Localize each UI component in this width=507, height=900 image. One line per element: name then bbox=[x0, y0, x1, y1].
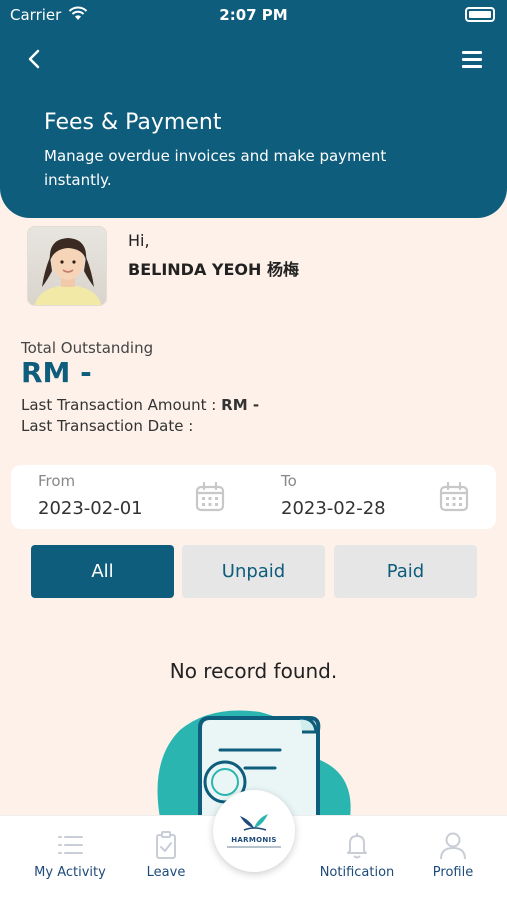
to-label: To bbox=[281, 472, 297, 490]
filter-unpaid-button[interactable]: Unpaid bbox=[182, 545, 325, 598]
from-label: From bbox=[38, 472, 76, 490]
nav-label: Profile bbox=[432, 865, 474, 880]
clock: 2:07 PM bbox=[219, 6, 288, 24]
to-date-field[interactable]: 2023-02-28 bbox=[281, 498, 386, 519]
child-photo-icon bbox=[34, 238, 102, 305]
nav-label: My Activity bbox=[34, 865, 106, 880]
nav-leave[interactable]: Leave bbox=[136, 816, 196, 900]
page-title: Fees & Payment bbox=[44, 110, 222, 135]
back-icon[interactable] bbox=[22, 46, 48, 72]
total-outstanding-label: Total Outstanding bbox=[21, 339, 154, 357]
menu-icon[interactable] bbox=[461, 48, 483, 70]
user-icon bbox=[440, 832, 466, 860]
calendar-icon[interactable] bbox=[194, 481, 226, 513]
date-range-card: From 2023-02-01 To 2023-02-28 bbox=[11, 465, 496, 529]
greeting: Hi, bbox=[128, 231, 150, 250]
last-transaction-amount-label: Last Transaction Amount : bbox=[21, 396, 222, 414]
nav-notification[interactable]: Notification bbox=[315, 816, 399, 900]
from-date-field[interactable]: 2023-02-01 bbox=[38, 498, 143, 519]
nav-profile[interactable]: Profile bbox=[425, 816, 481, 900]
clipboard-check-icon bbox=[156, 831, 176, 859]
logo-tagline-bar bbox=[227, 846, 281, 848]
list-icon bbox=[58, 836, 83, 854]
empty-state-message: No record found. bbox=[169, 659, 338, 683]
page-subtitle: Manage overdue invoices and make payment… bbox=[44, 147, 387, 189]
harmonis-logo-icon bbox=[240, 814, 268, 831]
status-bar: Carrier 2:07 PM bbox=[0, 0, 507, 32]
bell-icon bbox=[347, 833, 367, 859]
nav-my-activity[interactable]: My Activity bbox=[30, 816, 110, 900]
student-name: BELINDA YEOH 杨梅 bbox=[128, 260, 299, 279]
nav-label: Leave bbox=[146, 865, 186, 880]
home-button[interactable]: HARMONIS bbox=[213, 790, 295, 872]
calendar-icon[interactable] bbox=[438, 481, 470, 513]
last-transaction-amount-value: RM - bbox=[221, 396, 260, 414]
avatar bbox=[27, 226, 107, 306]
last-transaction-date-label: Last Transaction Date : bbox=[21, 417, 194, 435]
page-header: Fees & Payment Manage overdue invoices a… bbox=[0, 32, 507, 218]
total-outstanding-value: RM - bbox=[21, 356, 92, 389]
battery-icon bbox=[465, 7, 495, 22]
filter-all-button[interactable]: All bbox=[31, 545, 174, 598]
last-transaction-amount: Last Transaction Amount : RM - bbox=[21, 396, 259, 414]
filter-paid-button[interactable]: Paid bbox=[334, 545, 477, 598]
harmonis-logo-text: HARMONIS bbox=[231, 836, 277, 844]
nav-label: Notification bbox=[319, 865, 395, 880]
